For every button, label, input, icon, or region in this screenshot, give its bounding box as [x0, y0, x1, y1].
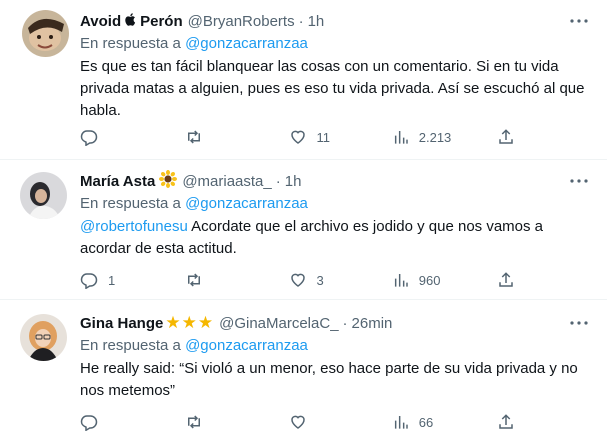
views-button[interactable]: 960	[393, 272, 463, 288]
heart-icon	[290, 273, 305, 287]
reply-icon	[80, 415, 98, 431]
apple-icon	[125, 13, 136, 29]
share-button[interactable]	[497, 413, 517, 431]
reply-icon	[80, 273, 98, 289]
display-name[interactable]: María Asta	[80, 173, 155, 190]
tweet[interactable]: María Asta @mariaasta_ · 1h En respuesta…	[0, 160, 607, 300]
views-button[interactable]: 66	[393, 414, 463, 430]
sunflower-icon	[159, 170, 178, 192]
views-button[interactable]: 2.213	[393, 129, 463, 145]
reply-button[interactable]	[80, 413, 150, 431]
timestamp[interactable]: 1h	[285, 173, 302, 190]
like-count: 11	[316, 129, 331, 145]
heart-icon	[290, 415, 305, 429]
tweet-header: María Asta @mariaasta_ · 1h	[80, 170, 589, 192]
tweet-text: He really said: “Si violó a un menor, es…	[80, 360, 578, 399]
tweet-body: Gina Hange ★★★ @GinaMarcelaC_ · 26min En…	[80, 312, 589, 402]
reply-prefix: En respuesta a	[80, 337, 181, 354]
tweet[interactable]: Avoid Perón @BryanRoberts · 1h En respue…	[0, 0, 607, 160]
share-icon	[499, 129, 513, 144]
heart-icon	[290, 130, 305, 144]
tweet-feed: Avoid Perón @BryanRoberts · 1h En respue…	[0, 0, 607, 446]
tweet-actions: 66	[80, 412, 517, 432]
retweet-button[interactable]	[184, 413, 254, 431]
avatar[interactable]	[22, 10, 69, 57]
tweet-header: Avoid Perón @BryanRoberts · 1h	[80, 10, 589, 32]
tweet[interactable]: Gina Hange ★★★ @GinaMarcelaC_ · 26min En…	[0, 300, 607, 446]
more-options-icon[interactable]	[569, 314, 589, 332]
view-count: 960	[418, 272, 441, 288]
share-button[interactable]	[497, 128, 517, 146]
reply-count: 1	[108, 272, 116, 288]
retweet-icon	[188, 415, 201, 429]
retweet-button[interactable]	[184, 128, 254, 146]
tweet-text: @robertofunesu Acordate que el archivo e…	[80, 216, 589, 260]
reply-to-handle[interactable]: @gonzacarranzaa	[185, 337, 308, 354]
reply-prefix: En respuesta a	[80, 35, 181, 52]
display-name-suffix[interactable]: Perón	[140, 13, 183, 30]
like-button[interactable]: 3	[289, 271, 359, 289]
more-options-icon[interactable]	[569, 172, 589, 190]
tweet-body: María Asta @mariaasta_ · 1h En respuesta…	[80, 170, 589, 260]
like-button[interactable]	[289, 413, 359, 431]
reply-context: En respuesta a @gonzacarranzaa	[80, 193, 589, 215]
display-name[interactable]: Avoid	[80, 13, 121, 30]
views-icon	[394, 131, 408, 144]
share-icon	[499, 272, 513, 287]
mentioned-handle[interactable]: @robertofunesu	[80, 218, 188, 235]
tweet-actions: 1 3 960	[80, 270, 517, 290]
share-icon	[499, 414, 513, 429]
tweet-text: Es que es tan fácil blanquear las cosas …	[80, 58, 585, 119]
avatar[interactable]	[20, 314, 67, 361]
like-count: 3	[316, 272, 324, 288]
timestamp[interactable]: 1h	[308, 13, 325, 30]
user-handle[interactable]: @GinaMarcelaC_	[219, 315, 338, 332]
separator-dot: ·	[298, 12, 304, 30]
display-name[interactable]: Gina Hange	[80, 315, 163, 332]
like-button[interactable]: 11	[289, 128, 359, 146]
timestamp[interactable]: 26min	[352, 315, 393, 332]
separator-dot: ·	[275, 172, 281, 190]
views-icon	[394, 274, 408, 287]
user-handle[interactable]: @mariaasta_	[182, 173, 271, 190]
user-handle[interactable]: @BryanRoberts	[188, 13, 295, 30]
retweet-icon	[188, 130, 201, 144]
reply-button[interactable]	[80, 128, 150, 146]
reply-to-handle[interactable]: @gonzacarranzaa	[185, 35, 308, 52]
share-button[interactable]	[497, 271, 517, 289]
retweet-button[interactable]	[184, 271, 254, 289]
star-emojis: ★★★	[165, 313, 215, 332]
view-count: 2.213	[418, 129, 452, 145]
more-options-icon[interactable]	[569, 12, 589, 30]
reply-icon	[80, 130, 98, 146]
tweet-actions: 11 2.213	[80, 127, 517, 147]
reply-context: En respuesta a @gonzacarranzaa	[80, 335, 589, 357]
separator-dot: ·	[342, 314, 348, 332]
tweet-body: Avoid Perón @BryanRoberts · 1h En respue…	[80, 10, 589, 122]
view-count: 66	[418, 414, 434, 430]
views-icon	[394, 416, 408, 429]
reply-context: En respuesta a @gonzacarranzaa	[80, 33, 589, 55]
tweet-header: Gina Hange ★★★ @GinaMarcelaC_ · 26min	[80, 312, 589, 334]
reply-to-handle[interactable]: @gonzacarranzaa	[185, 195, 308, 212]
retweet-icon	[188, 273, 201, 287]
reply-prefix: En respuesta a	[80, 195, 181, 212]
avatar[interactable]	[20, 172, 67, 219]
reply-button[interactable]: 1	[80, 271, 150, 289]
